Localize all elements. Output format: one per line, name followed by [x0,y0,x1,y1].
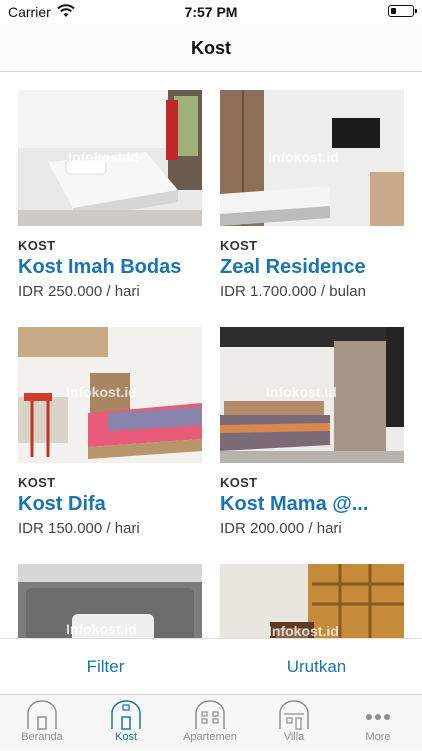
listing-category: KOST [220,238,258,253]
filter-sort-bar: Filter Urutkan [0,638,422,694]
listing-category: KOST [220,475,258,490]
navigation-bar: Kost [0,24,422,72]
tab-label: Villa [283,731,305,743]
tab-villa[interactable]: Villa [252,695,336,751]
status-bar: Carrier 7:57 PM [0,0,422,24]
tab-more[interactable]: More [336,695,420,751]
listing-card[interactable]: Infokost.id KOST Zeal Residence IDR 1.70… [220,90,404,300]
listing-photo[interactable]: Infokost.id [18,564,202,638]
tab-label: Beranda [21,731,63,743]
listing-price: IDR 1.700.000 / bulan [220,283,366,300]
tab-label: Apartemen [183,731,237,743]
listing-category: KOST [18,238,56,253]
listing-card[interactable]: Infokost.id KOST Kost Difa IDR 150.000 /… [18,327,202,537]
listing-category: KOST [18,475,56,490]
sort-button[interactable]: Urutkan [211,639,422,695]
listing-photo[interactable]: Infokost.id [18,327,202,463]
clock: 7:57 PM [184,4,238,20]
tab-label: Kost [114,731,137,743]
listing-price: IDR 200.000 / hari [220,520,342,537]
listing-card[interactable]: Infokost.id [18,564,202,638]
watermark: Infokost.id [66,384,137,400]
listing-card[interactable]: Infokost.id KOST Kost Mama @... IDR 200.… [220,327,404,537]
listing-name[interactable]: Kost Difa [18,493,202,516]
more-icon [366,714,390,720]
page-title: Kost [191,38,231,58]
listing-price: IDR 250.000 / hari [18,283,140,300]
listing-photo[interactable]: Infokost.id [18,90,202,226]
listing-grid[interactable]: Infokost.id KOST Kost Imah Bodas IDR 250… [0,72,422,638]
listing-card[interactable]: Infokost.id KOST Kost Imah Bodas IDR 250… [18,90,202,300]
listing-photo[interactable]: Infokost.id [220,564,404,638]
home-icon [27,700,57,730]
listing-card[interactable]: Infokost.id [220,564,404,638]
listing-name[interactable]: Kost Mama @... [220,493,404,516]
watermark: Infokost.id [268,149,339,165]
tab-beranda[interactable]: Beranda [0,695,84,751]
listing-price: IDR 150.000 / hari [18,520,140,537]
tab-label: More [365,731,391,743]
watermark: Infokost.id [66,621,137,637]
listing-name[interactable]: Zeal Residence [220,256,404,279]
battery-icon [388,5,417,17]
watermark: Infokost.id [268,623,339,638]
listing-name[interactable]: Kost Imah Bodas [18,256,202,279]
watermark: Infokost.id [68,149,139,165]
listing-photo[interactable]: Infokost.id [220,90,404,226]
tab-apartemen[interactable]: Apartemen [168,695,252,751]
tab-bar: Beranda Kost Apartemen Villa More [0,694,422,750]
tab-kost[interactable]: Kost [84,695,168,751]
watermark: Infokost.id [266,384,337,400]
filter-button[interactable]: Filter [0,639,211,695]
villa-icon [279,700,309,730]
apartment-icon [195,700,225,729]
listing-photo[interactable]: Infokost.id [220,327,404,463]
house-icon [111,700,141,730]
